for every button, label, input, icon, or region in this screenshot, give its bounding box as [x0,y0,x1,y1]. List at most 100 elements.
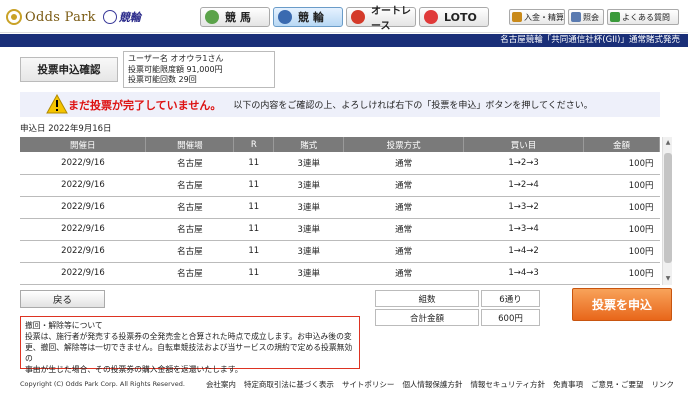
submit-vote-button[interactable]: 投票を申込 [572,288,672,321]
table-row: 2022/9/16 名古屋 11 3連単 通常 1→2→3 100円 [20,152,660,175]
col-header-selection: 買い目 [463,137,585,152]
button-label: 照会 [583,12,599,22]
table-row: 2022/9/16 名古屋 11 3連単 通常 1→3→2 100円 [20,196,660,219]
oddspark-logo-icon [6,9,22,25]
scroll-down-arrow-icon[interactable]: ▼ [664,275,672,283]
footer-link-feedback[interactable]: ご意見・ご要望 [591,379,644,390]
cell-method: 通常 [343,218,464,241]
col-header-bet-type: 賭式 [273,137,345,152]
cell-amount: 100円 [583,152,660,175]
cell-selection: 1→2→3 [463,152,584,175]
horse-icon [205,10,219,24]
warning-icon [46,94,68,114]
deposit-settle-button[interactable]: 入金・精算 [509,9,565,25]
cell-amount: 100円 [583,218,660,241]
cell-venue: 名古屋 [145,218,234,241]
cell-bet-type: 3連単 [273,262,344,285]
cell-date: 2022/9/16 [20,152,146,175]
table-row: 2022/9/16 名古屋 11 3連単 通常 1→2→4 100円 [20,174,660,197]
footer-link-disclaimer[interactable]: 免責事項 [553,379,583,390]
cell-date: 2022/9/16 [20,196,146,219]
col-header-amount: 金額 [583,137,660,152]
tab-keirin[interactable]: 競 輪 [273,7,343,27]
back-button[interactable]: 戻る [20,290,105,308]
apply-date: 申込日 2022年9月16日 [20,124,112,134]
inquiry-button[interactable]: 照会 [568,9,604,25]
cell-venue: 名古屋 [145,152,234,175]
col-header-race: R [233,137,275,152]
cell-method: 通常 [343,262,464,285]
table-row: 2022/9/16 名古屋 11 3連単 通常 1→3→4 100円 [20,218,660,241]
cell-method: 通常 [343,152,464,175]
cell-venue: 名古屋 [145,240,234,263]
bet-table: 開催日 開催場 R 賭式 投票方式 買い目 金額 2022/9/16 名古屋 1… [20,137,660,285]
question-icon [610,12,620,22]
scroll-up-arrow-icon[interactable]: ▲ [664,139,672,147]
tab-label: 競 馬 [225,11,251,24]
cell-bet-type: 3連単 [273,218,344,241]
cell-amount: 100円 [583,174,660,197]
vote-limit: 投票可能限度額 91,000円 [128,64,223,74]
table-scrollbar[interactable]: ▲ ▼ [662,137,672,285]
table-row: 2022/9/16 名古屋 11 3連単 通常 1→4→3 100円 [20,262,660,285]
cell-date: 2022/9/16 [20,240,146,263]
cell-selection: 1→3→4 [463,218,584,241]
user-name: ユーザー名 オオウラ1さん [128,54,224,63]
cell-amount: 100円 [583,262,660,285]
count-value: 6通り [481,290,540,307]
cell-amount: 100円 [583,196,660,219]
total-label: 合計金額 [375,309,479,326]
bet-table-container: 開催日 開催場 R 賭式 投票方式 買い目 金額 2022/9/16 名古屋 1… [20,137,672,285]
cell-race: 11 [233,262,274,285]
tab-autorace[interactable]: オートレース [346,6,416,32]
vote-count: 投票可能回数 29回 [128,75,197,84]
notice-line: 投票は、施行者が発売する投票券の全発売金と合算された時点で成立します。お申込み後… [25,332,352,341]
button-label: よくある質問 [622,12,670,22]
tab-loto[interactable]: LOTO [419,7,489,27]
cell-bet-type: 3連単 [273,196,344,219]
cell-race: 11 [233,218,274,241]
cell-bet-type: 3連単 [273,152,344,175]
cell-race: 11 [233,152,274,175]
user-info-box: ユーザー名 オオウラ1さん 投票可能限度額 91,000円 投票可能回数 29回 [123,51,275,88]
page-title: 投票申込確認 [20,57,118,82]
tab-label: オートレース [371,6,411,32]
footer-link-tokushoho[interactable]: 特定商取引法に基づく表示 [244,379,334,390]
list-icon [571,12,581,22]
footer-link-security[interactable]: 情報セキュリティ方針 [470,379,545,390]
cell-date: 2022/9/16 [20,218,146,241]
cell-venue: 名古屋 [145,174,234,197]
faq-button[interactable]: よくある質問 [607,9,679,25]
tab-keiba[interactable]: 競 馬 [200,7,270,27]
footer-link-company[interactable]: 会社案内 [206,379,236,390]
table-row: 2022/9/16 名古屋 11 3連単 通常 1→4→2 100円 [20,240,660,263]
table-header-row: 開催日 開催場 R 賭式 投票方式 買い目 金額 [20,137,660,152]
warning-banner: まだ投票が完了していません。 以下の内容をご確認の上、よろしければ右下の「投票を… [20,92,660,117]
footer-link-site-policy[interactable]: サイトポリシー [342,379,395,390]
cell-bet-type: 3連単 [273,240,344,263]
cell-method: 通常 [343,174,464,197]
footer-link-privacy[interactable]: 個人情報保護方針 [402,379,462,390]
notice-line: 事由が生じた場合、その投票券の購入金額を返還いたします。 [25,365,243,374]
race-info-band: 名古屋競輪「共同通信社杯(GII)」通常賭式発売 [0,34,688,47]
cell-selection: 1→4→3 [463,262,584,285]
col-header-method: 投票方式 [343,137,465,152]
cell-race: 11 [233,196,274,219]
tab-label: LOTO [444,10,477,24]
total-value: 600円 [481,309,540,326]
warning-sub-text: 以下の内容をご確認の上、よろしければ右下の「投票を申込」ボタンを押してください。 [233,101,593,111]
cell-race: 11 [233,174,274,197]
cell-method: 通常 [343,240,464,263]
footer-link-links[interactable]: リンク [652,379,675,390]
cell-amount: 100円 [583,240,660,263]
cell-selection: 1→3→2 [463,196,584,219]
summary-box: 組数 6通り 合計金額 600円 [375,290,552,327]
copyright: Copyright (C) Odds Park Corp. All Rights… [20,380,185,388]
cell-venue: 名古屋 [145,196,234,219]
logo-sub-text: 競輪 [118,11,141,24]
cell-method: 通常 [343,196,464,219]
site-logo[interactable]: Odds Park 競輪 [6,7,141,27]
notice-line: 更、撤回、解除等は一切できません。自転車競技法および当サービスの規約で定める投票… [25,343,353,363]
scroll-thumb[interactable] [664,153,672,263]
logo-text: Odds Park [25,9,96,25]
